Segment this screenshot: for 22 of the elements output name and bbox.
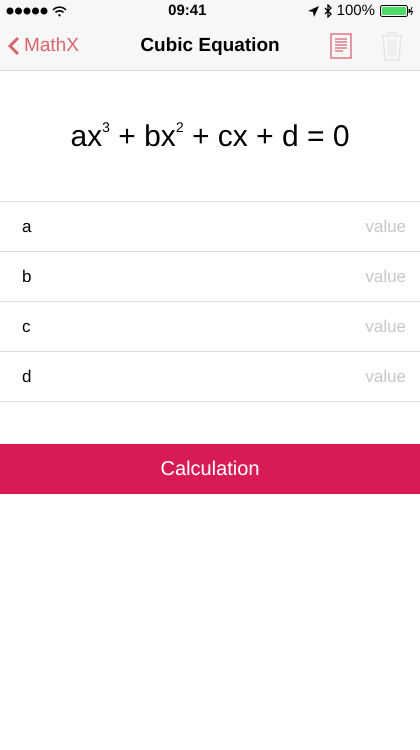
nav-title: Cubic Equation (140, 34, 280, 58)
battery-percent: 100% (336, 0, 375, 21)
battery-icon (380, 5, 414, 17)
wifi-icon (52, 6, 67, 16)
value-field[interactable]: value (102, 264, 406, 290)
field-label: c (22, 316, 32, 338)
field-label: b (22, 266, 32, 288)
back-button[interactable]: MathX (8, 32, 79, 60)
status-time: 09:41 (168, 0, 206, 21)
value-field[interactable]: value (102, 364, 406, 390)
document-icon (330, 33, 352, 59)
location-icon (308, 6, 319, 16)
value-field[interactable]: value (102, 314, 406, 340)
value-field[interactable]: value (102, 214, 406, 240)
calculation-button[interactable]: Calculation (0, 444, 420, 494)
equation: ax$^{3}$ + bx$^{2}$ + cx + d = 0 (70, 118, 350, 154)
bluetooth-icon (324, 4, 332, 18)
notes-button[interactable] (330, 33, 352, 59)
field-label: d (22, 366, 32, 388)
chevron-left-icon (8, 36, 20, 56)
signal-icon (6, 7, 48, 15)
field-label: a (22, 216, 32, 238)
